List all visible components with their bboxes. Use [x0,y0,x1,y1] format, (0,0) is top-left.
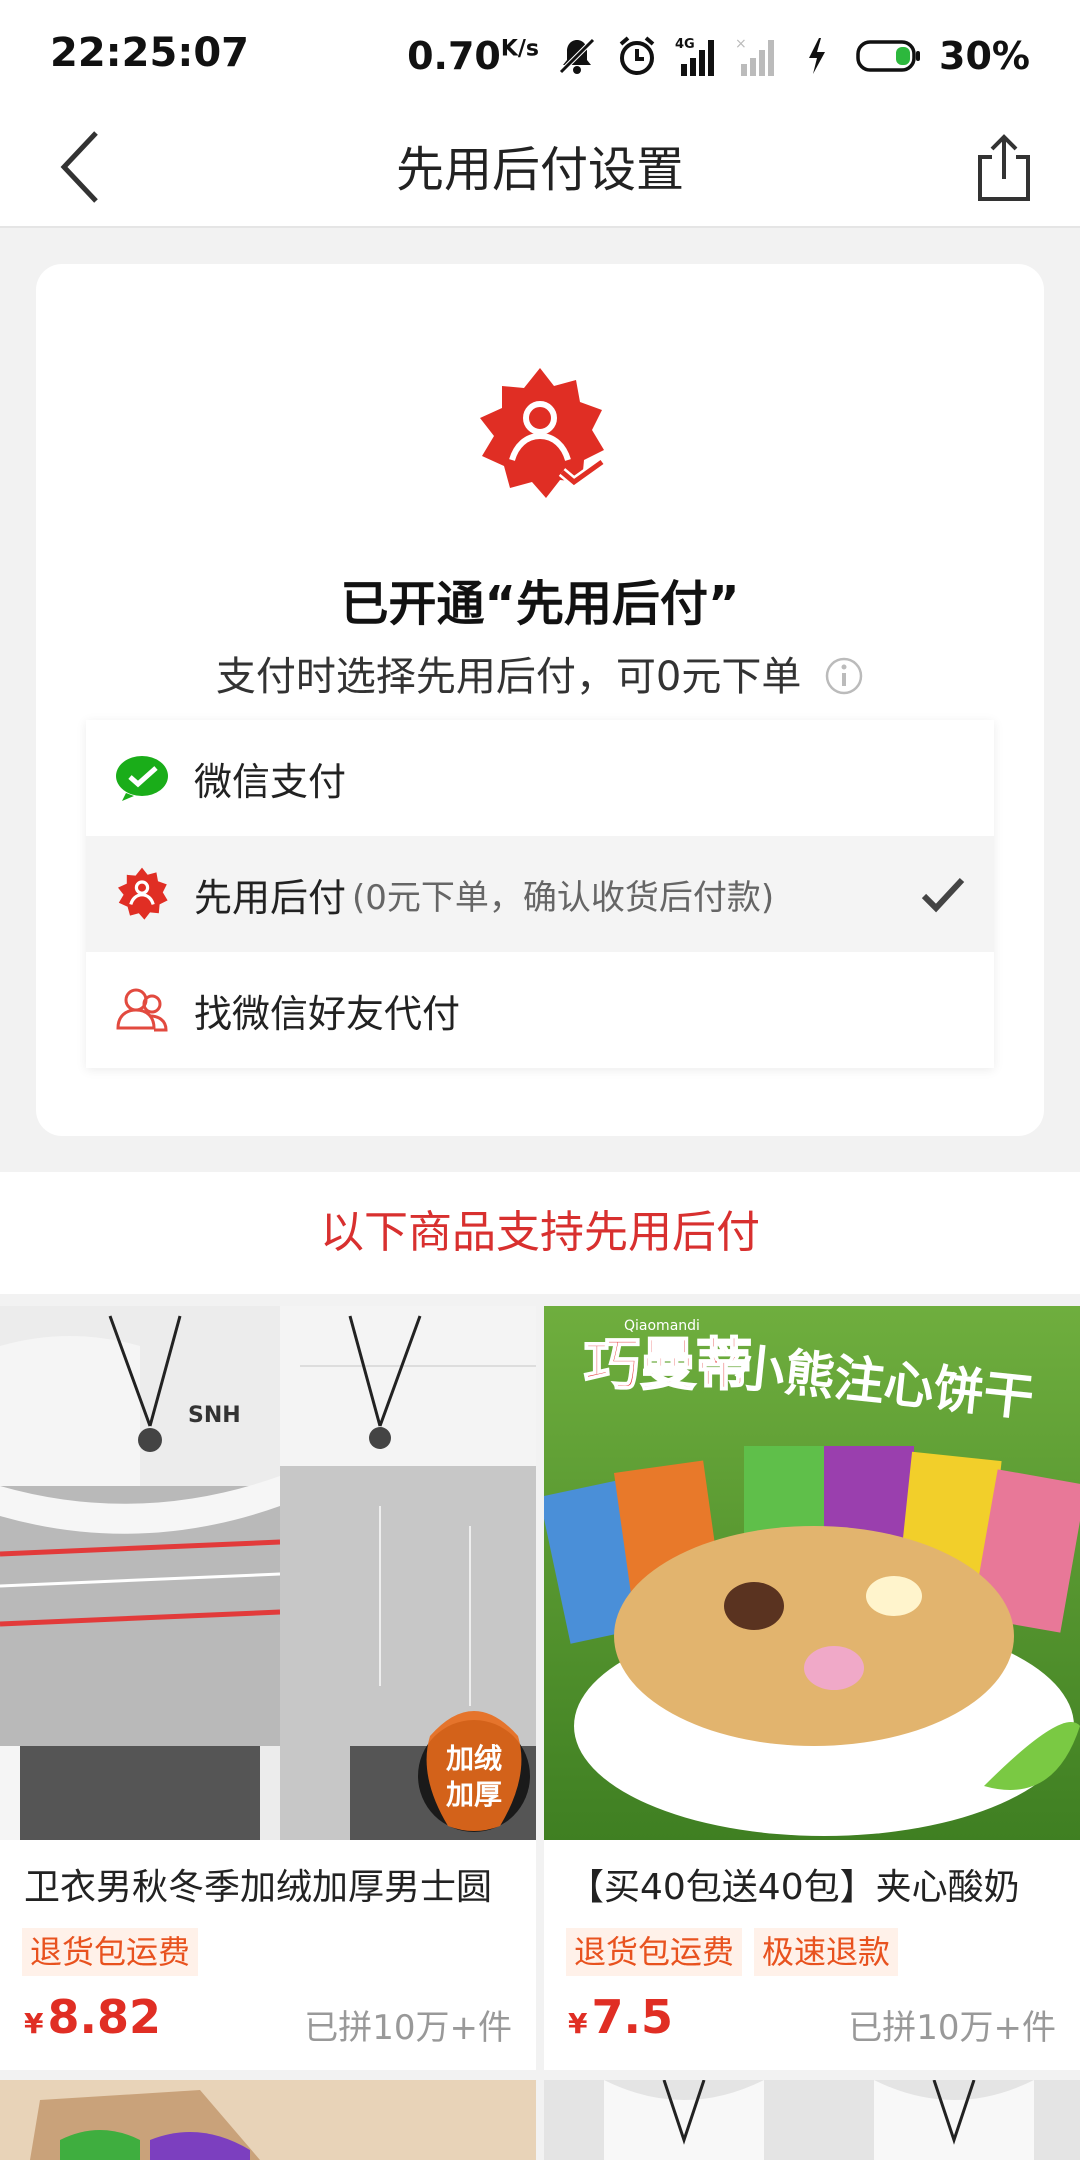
svg-text:SNH: SNH [188,1403,241,1428]
share-button[interactable] [956,120,1052,216]
product-tags: 退货包运费 极速退款 [566,1928,899,1976]
alarm-icon [615,34,659,78]
svg-text:4G: 4G [675,37,695,52]
product-card[interactable]: 巧曼蒂 Qiaomandi 小熊注心饼干 【买40包送40包】夹心酸奶 退货包运… [544,1306,1080,2070]
wechat-pay-icon [114,750,170,806]
payment-option-pay-later[interactable]: 先用后付 (0元下单，确认收货后付款) [86,836,994,952]
network-speed-value: 0.70 [407,34,501,78]
product-title: 卫衣男秋冬季加绒加厚男士圆 [24,1867,493,1908]
product-sold-count: 已拼10万+件 [848,2008,1056,2048]
brand-text: 巧曼蒂 [584,1333,752,1398]
payment-option-label: 微信支付 [194,759,347,804]
brand-latin-text: Qiaomandi [624,1318,700,1334]
product-tags: 退货包运费 [22,1928,199,1976]
price-value: 7.5 [591,1990,673,2044]
currency-symbol: ¥ [568,2007,588,2040]
currency-symbol: ¥ [24,2007,44,2040]
battery-icon [855,34,923,78]
payment-option-note: (0元下单，确认收货后付款) [352,877,775,918]
pay-later-status-card: 已开通“先用后付” 支付时选择先用后付，可0元下单 微信支付 先用后付 (0元下… [36,264,1044,1136]
checkmark-icon [916,868,968,920]
payment-option-wechat[interactable]: 微信支付 [86,720,994,836]
product-tag: 退货包运费 [566,1928,743,1976]
product-price: ¥7.5 [568,1990,673,2044]
activated-subtitle: 支付时选择先用后付，可0元下单 [36,644,1044,702]
product-card-partial[interactable] [544,2080,1080,2160]
product-card-partial[interactable] [0,2080,536,2160]
product-title: 【买40包送40包】夹心酸奶 [568,1867,1020,1908]
product-image[interactable]: 巧曼蒂 Qiaomandi 小熊注心饼干 [544,1306,1080,1840]
battery-percent: 30% [939,34,1030,78]
signal-empty-icon: × [735,34,779,78]
product-tag: 极速退款 [754,1928,899,1976]
payment-options-list: 微信支付 先用后付 (0元下单，确认收货后付款) 找微信好友代付 [86,720,994,1068]
activated-subtitle-text: 支付时选择先用后付，可0元下单 [215,654,802,700]
product-image[interactable]: SNH 加绒 加厚 [0,1306,536,1840]
friends-pay-icon [114,982,170,1038]
product-card[interactable]: SNH 加绒 加厚 卫衣男秋冬季加绒加厚男士圆 退货包运费 ¥8.82 已拼10… [0,1306,536,2070]
pay-later-icon [114,866,170,922]
network-speed-unit: K/s [500,36,540,62]
payment-option-label: 先用后付 [194,875,347,920]
product-tag: 退货包运费 [22,1928,199,1976]
product-image-partial [544,2080,1080,2160]
status-bar: 22:25:07 0.70K/s 4G × 30% [0,0,1080,110]
product-sold-count: 已拼10万+件 [304,2008,512,2048]
nav-bar: 先用后付设置 [0,110,1080,228]
supported-products-header: 以下商品支持先用后付 [0,1172,1080,1294]
product-image-partial [0,2080,536,2160]
svg-text:×: × [735,36,747,52]
status-right-group: 0.70K/s 4G × 30% [407,28,1030,84]
pay-later-badge-icon [470,364,610,504]
share-icon [978,134,1030,201]
payment-option-friend-pay[interactable]: 找微信好友代付 [86,952,994,1068]
svg-text:加厚: 加厚 [446,1778,502,1811]
signal-4g-icon: 4G [675,34,719,78]
charging-icon [795,34,839,78]
info-icon[interactable] [824,656,864,696]
activated-title: 已开通“先用后付” [340,576,740,632]
product-price: ¥8.82 [24,1990,161,2044]
page-title: 先用后付设置 [395,142,684,198]
price-value: 8.82 [47,1990,161,2044]
svg-text:加绒: 加绒 [446,1742,502,1775]
mute-icon [555,34,599,78]
network-speed: 0.70K/s [407,34,539,78]
payment-option-label: 找微信好友代付 [194,991,461,1036]
status-time: 22:25:07 [50,30,249,76]
